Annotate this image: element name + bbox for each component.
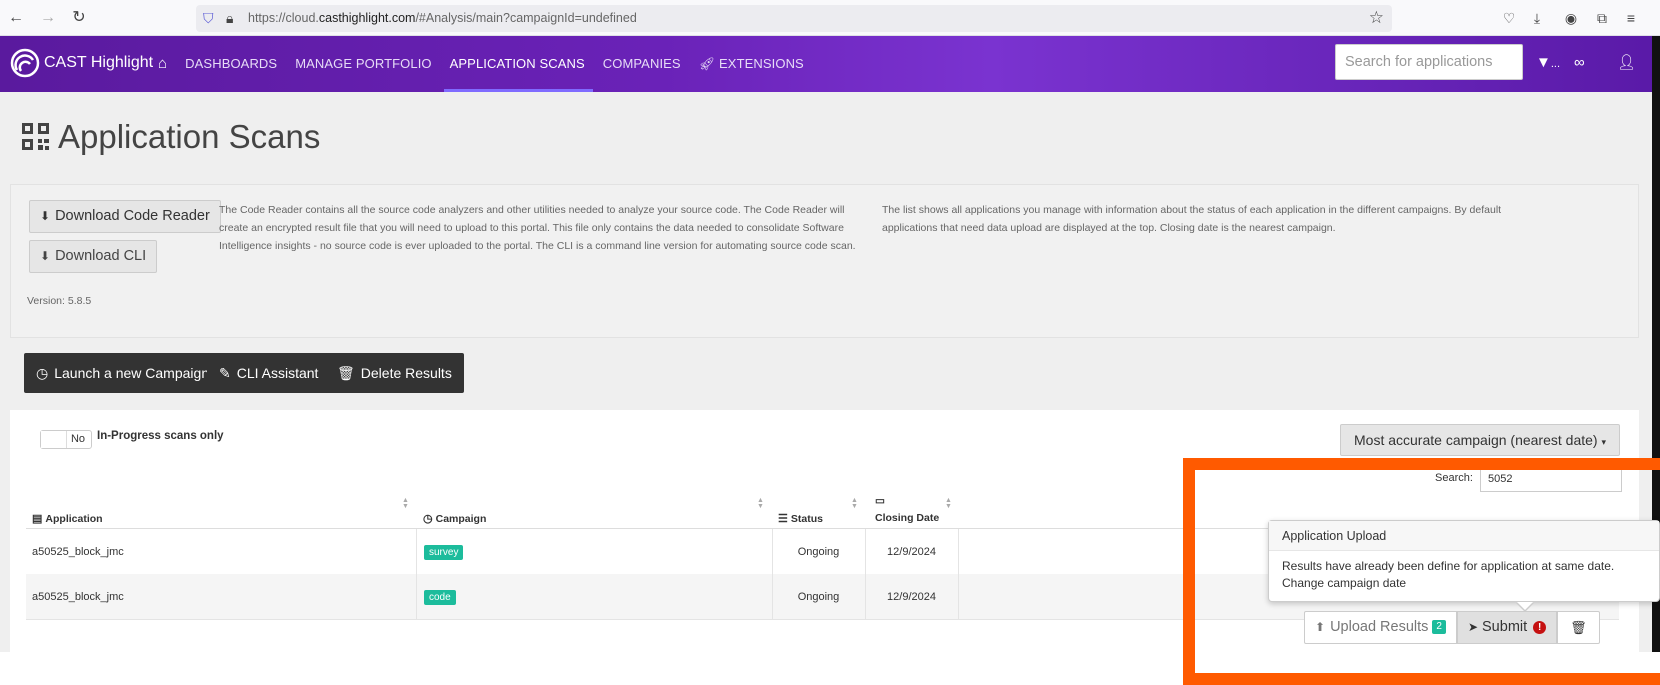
tasks-icon: ☰ <box>778 513 788 525</box>
download-icon[interactable]: ⤓ <box>1528 9 1546 27</box>
brand-logo[interactable]: CAST Highlight <box>10 48 153 78</box>
clock-icon: ◷ <box>36 365 49 381</box>
rocket-icon: 🚀︎ <box>698 56 716 71</box>
in-progress-label: In-Progress scans only <box>97 430 224 442</box>
col-application-label: Application <box>45 513 103 525</box>
application-cell: a50525_block_jmc <box>32 546 124 558</box>
main-nav: ⌂ DASHBOARDS MANAGE PORTFOLIO APPLICATIO… <box>158 36 822 92</box>
download-cli-label: Download CLI <box>55 248 147 264</box>
in-progress-toggle[interactable]: No <box>40 430 92 449</box>
status-cell: Ongoing <box>797 591 840 603</box>
link-icon[interactable]: ∞ <box>1574 54 1585 72</box>
col-status-label: Status <box>790 513 823 525</box>
download-cli-button[interactable]: ⬇ Download CLI <box>29 240 158 273</box>
forward-icon[interactable]: → <box>38 8 58 28</box>
download-code-reader-label: Download Code Reader <box>55 208 210 224</box>
shield-icon[interactable]: ⛉ <box>203 9 214 27</box>
nav-companies[interactable]: COMPANIES <box>603 36 681 92</box>
nav-application-scans[interactable]: APPLICATION SCANS <box>443 36 593 92</box>
col-application[interactable]: ▤ Application <box>32 512 103 525</box>
page-heading: Application Scans <box>58 118 321 155</box>
search-applications-input[interactable]: Search for applications <box>1335 44 1523 80</box>
toggle-value: No <box>70 433 85 445</box>
download-code-reader-button[interactable]: ⬇ Download Code Reader <box>29 200 221 233</box>
back-icon[interactable]: ← <box>6 8 26 28</box>
campaign-cell: survey <box>424 529 464 575</box>
app-header: CAST Highlight ⌂ DASHBOARDS MANAGE PORTF… <box>0 36 1652 92</box>
launch-campaign-button[interactable]: ◷ Launch a new Campaign <box>24 353 222 393</box>
qrcode-icon <box>22 123 49 150</box>
nav-extensions[interactable]: 🚀︎ EXTENSIONS <box>699 36 804 92</box>
account-icon[interactable]: ◉ <box>1562 9 1580 27</box>
col-closing-date[interactable]: Closing Date <box>875 512 939 524</box>
cli-assistant-label: CLI Assistant <box>236 365 319 381</box>
home-icon[interactable]: ⌂ <box>158 36 167 92</box>
calendar-icon: ▭ <box>875 495 885 507</box>
magic-wand-icon: ✎ <box>219 365 231 381</box>
column-divider <box>416 574 417 620</box>
status-cell: Ongoing <box>797 546 840 558</box>
caret-down-icon: ▾ <box>1601 437 1606 447</box>
campaign-select[interactable]: Most accurate campaign (nearest date) ▾ <box>1340 424 1620 456</box>
extensions-icon[interactable]: ⧉ <box>1593 9 1611 27</box>
bookmark-star-icon[interactable]: ☆ <box>1369 8 1384 28</box>
delete-results-label: Delete Results <box>360 365 452 381</box>
campaign-tag: code <box>424 589 456 605</box>
version-text: Version: 5.8.5 <box>27 295 92 307</box>
delete-results-button[interactable]: 🗑︎ Delete Results <box>325 353 464 393</box>
download-icon: ⬇ <box>40 209 51 223</box>
page-bottom <box>0 652 1183 685</box>
download-icon: ⬇ <box>40 249 51 263</box>
col-campaign-label: Campaign <box>435 513 487 525</box>
campaign-cell: code <box>424 574 456 620</box>
highlight-box <box>1183 458 1660 685</box>
trash-icon: 🗑︎ <box>337 365 355 381</box>
url-text: https://cloud.casthighlight.com/#Analysi… <box>248 11 637 25</box>
column-divider <box>958 574 959 620</box>
toggle-knob <box>41 431 67 448</box>
menu-icon[interactable]: ≡ <box>1622 9 1640 27</box>
lock-icon[interactable]: 🔒︎ <box>226 9 233 27</box>
list-description: The list shows all applications you mana… <box>882 204 1502 234</box>
address-bar[interactable]: ⛉ 🔒︎ https://cloud.casthighlight.com/#An… <box>196 5 1392 32</box>
col-status[interactable]: ☰ Status <box>778 512 823 525</box>
nav-extensions-label: EXTENSIONS <box>719 56 804 71</box>
nav-dashboards[interactable]: DASHBOARDS <box>185 36 277 92</box>
cli-assistant-button[interactable]: ✎ CLI Assistant <box>207 353 331 393</box>
page-title: Application Scans <box>22 118 320 156</box>
col-campaign[interactable]: ◷ Campaign <box>423 512 486 525</box>
brand-name: CAST Highlight <box>44 54 154 71</box>
filter-ellipsis: ... <box>1550 58 1561 70</box>
closing-date-cell: 12/9/2024 <box>887 546 936 558</box>
code-reader-description: The Code Reader contains all the source … <box>219 204 856 252</box>
launch-campaign-label: Launch a new Campaign <box>54 365 210 381</box>
cast-logo-icon <box>10 48 40 78</box>
column-divider <box>958 529 959 575</box>
sort-icon[interactable]: ▲ ▼ <box>851 497 858 510</box>
application-cell: a50525_block_jmc <box>32 591 124 603</box>
sort-icon[interactable]: ▲ ▼ <box>945 497 952 510</box>
column-divider <box>416 529 417 575</box>
closing-date-cell: 12/9/2024 <box>887 591 936 603</box>
sort-icon[interactable]: ▲ ▼ <box>757 497 764 510</box>
clock-icon: ◷ <box>423 513 433 525</box>
campaign-tag: survey <box>424 544 464 560</box>
archive-icon: ▤ <box>32 513 43 525</box>
filter-icon[interactable]: ▼... <box>1536 54 1560 73</box>
campaign-select-value: Most accurate campaign (nearest date) <box>1354 432 1598 448</box>
user-icon[interactable]: 👤︎ <box>1617 54 1636 72</box>
pocket-icon[interactable]: ♡ <box>1500 9 1518 27</box>
sort-icon[interactable]: ▲ ▼ <box>402 497 409 510</box>
info-panel: ⬇ Download Code Reader ⬇ Download CLI The … <box>10 184 1639 338</box>
browser-toolbar: ← → ↻ ⛉ 🔒︎ https://cloud.casthighlight.c… <box>0 0 1660 36</box>
reload-icon[interactable]: ↻ <box>69 8 89 28</box>
nav-manage-portfolio[interactable]: MANAGE PORTFOLIO <box>295 36 431 92</box>
